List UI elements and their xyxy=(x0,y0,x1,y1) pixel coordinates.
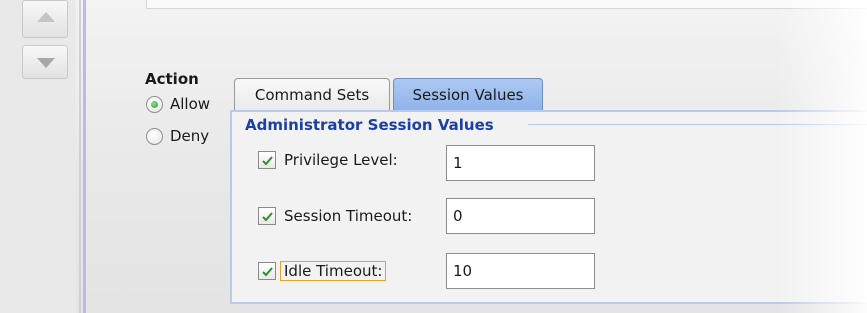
radio-button[interactable] xyxy=(146,127,163,145)
session-timeout-row: Session Timeout: xyxy=(258,207,412,225)
radio-deny[interactable]: Deny xyxy=(146,127,209,145)
left-toolbar xyxy=(0,0,76,313)
panel-title: Administrator Session Values xyxy=(245,116,494,134)
move-down-button[interactable] xyxy=(22,45,68,79)
tab-command-sets[interactable]: Command Sets xyxy=(234,78,390,110)
move-up-button[interactable] xyxy=(22,0,68,38)
action-title: Action xyxy=(145,70,199,88)
tab-session-values[interactable]: Session Values xyxy=(393,78,543,110)
idle-timeout-checkbox[interactable] xyxy=(258,262,276,280)
session-timeout-input[interactable] xyxy=(446,198,595,234)
radio-button[interactable] xyxy=(146,95,163,113)
triangle-up-icon xyxy=(37,12,55,22)
top-panel xyxy=(146,0,867,9)
privilege-level-row: Privilege Level: xyxy=(258,151,398,169)
radio-allow[interactable]: Allow xyxy=(146,95,210,113)
idle-timeout-input[interactable] xyxy=(446,253,595,289)
radio-label: Deny xyxy=(170,127,210,145)
radio-label: Allow xyxy=(170,95,211,113)
checkmark-icon xyxy=(262,267,273,277)
radio-selected-dot xyxy=(151,100,158,108)
divider xyxy=(528,124,867,125)
privilege-level-label: Privilege Level: xyxy=(284,151,398,169)
triangle-down-icon xyxy=(37,58,55,68)
divider xyxy=(79,0,81,313)
checkmark-icon xyxy=(262,212,273,222)
privilege-level-checkbox[interactable] xyxy=(258,151,276,169)
session-timeout-label: Session Timeout: xyxy=(284,207,413,225)
privilege-level-input[interactable] xyxy=(446,145,595,181)
session-timeout-checkbox[interactable] xyxy=(258,207,276,225)
idle-timeout-row: Idle Timeout: xyxy=(258,261,387,281)
idle-timeout-label: Idle Timeout: xyxy=(279,261,387,281)
checkmark-icon xyxy=(262,156,273,166)
divider xyxy=(83,0,86,313)
